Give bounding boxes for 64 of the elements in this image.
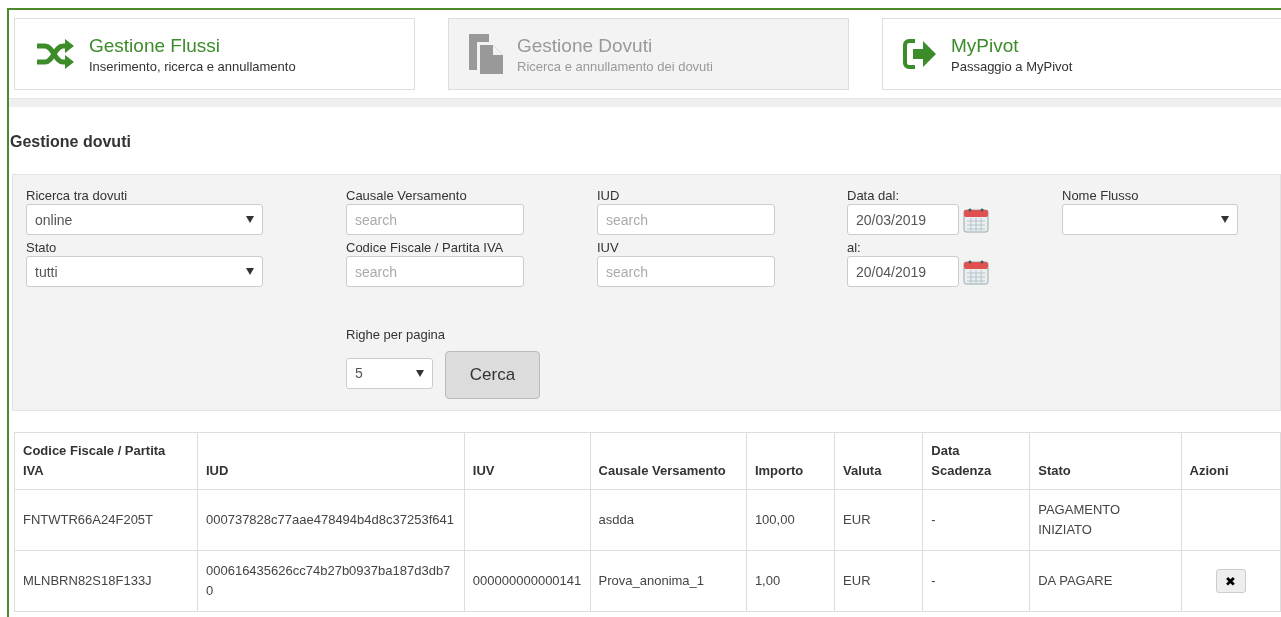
date-field[interactable]: 20/04/2019 — [847, 256, 959, 287]
document-icon — [469, 34, 503, 74]
column-header: Data Scadenza — [922, 432, 1030, 490]
table-cell: 000616435626cc74b27b0937ba187d3db70 — [197, 550, 465, 612]
table-cell: EUR — [834, 489, 923, 551]
sign-in-icon — [903, 39, 937, 69]
caret-icon — [416, 369, 424, 377]
delete-button[interactable]: ✖ — [1215, 569, 1246, 593]
select-field[interactable] — [1062, 204, 1238, 235]
table-cell: - — [922, 489, 1030, 551]
field-label: Causale Versamento — [346, 187, 468, 204]
search-field[interactable]: search — [346, 256, 524, 287]
search-field[interactable]: search — [346, 204, 524, 235]
card-subtitle: Passaggio a MyPivot — [951, 58, 1073, 74]
column-header: Codice Fiscale / Partita IVA — [14, 432, 198, 490]
table-cell: FNTWTR66A24F205T — [14, 489, 198, 551]
field-label: Codice Fiscale / Partita IVA — [346, 239, 505, 256]
card-subtitle: Ricerca e annullamento dei dovuti — [517, 58, 713, 74]
table-cell: PAGAMENTO INIZIATO — [1029, 489, 1182, 551]
table-cell: 100,00 — [746, 489, 835, 551]
table-cell: 000000000000141 — [464, 550, 591, 612]
card-title: MyPivot — [951, 34, 1020, 57]
card-title: Gestione Flussi — [89, 34, 221, 57]
date-field[interactable]: 20/03/2019 — [847, 204, 959, 235]
table-cell: EUR — [834, 550, 923, 612]
field-label: IUV — [597, 239, 620, 256]
table-cell: asdda — [590, 489, 747, 551]
search-button[interactable]: Cerca — [445, 351, 540, 399]
page-title: Gestione dovuti — [10, 133, 132, 151]
column-header: Causale Versamento — [590, 432, 747, 490]
table-cell: 1,00 — [746, 550, 835, 612]
field-label: Nome Flusso — [1062, 187, 1140, 204]
shuffle-icon — [35, 39, 75, 69]
field-label: Righe per pagina — [346, 327, 446, 342]
caret-icon — [246, 268, 254, 275]
column-header: Stato — [1029, 432, 1182, 490]
card-title: Gestione Dovuti — [517, 34, 654, 57]
card-subtitle: Inserimento, ricerca e annullamento — [89, 58, 296, 74]
nav-card[interactable]: MyPivot Passaggio a MyPivot — [882, 18, 1281, 90]
field-label: Data dal: — [847, 187, 901, 204]
calendar-icon[interactable] — [963, 259, 989, 285]
field-label: Ricerca tra dovuti — [26, 187, 129, 204]
caret-icon — [1221, 216, 1229, 223]
caret-icon — [246, 216, 254, 223]
table-cell: DA PAGARE — [1029, 550, 1182, 612]
field-label: Stato — [26, 239, 58, 256]
field-label: IUD — [597, 187, 621, 204]
field-label: al: — [847, 239, 862, 256]
column-header: Importo — [746, 432, 835, 490]
table-cell: Prova_anonima_1 — [590, 550, 747, 612]
select-field[interactable]: tutti — [26, 256, 263, 287]
calendar-icon[interactable] — [963, 207, 989, 233]
search-field[interactable]: search — [597, 204, 775, 235]
column-header: IUV — [464, 432, 591, 490]
table-cell: MLNBRN82S18F133J — [14, 550, 198, 612]
column-header: Valuta — [834, 432, 923, 490]
column-header: Azioni — [1181, 432, 1281, 490]
select-field[interactable]: online — [26, 204, 263, 235]
nav-card[interactable]: Gestione Flussi Inserimento, ricerca e annullamento — [14, 18, 415, 90]
search-field[interactable]: search — [597, 256, 775, 287]
column-header: IUD — [197, 432, 465, 490]
table-cell: - — [922, 550, 1030, 612]
select-field[interactable]: 5 — [346, 357, 433, 389]
table-cell: 000737828c77aae478494b4d8c37253f641 — [197, 489, 465, 551]
